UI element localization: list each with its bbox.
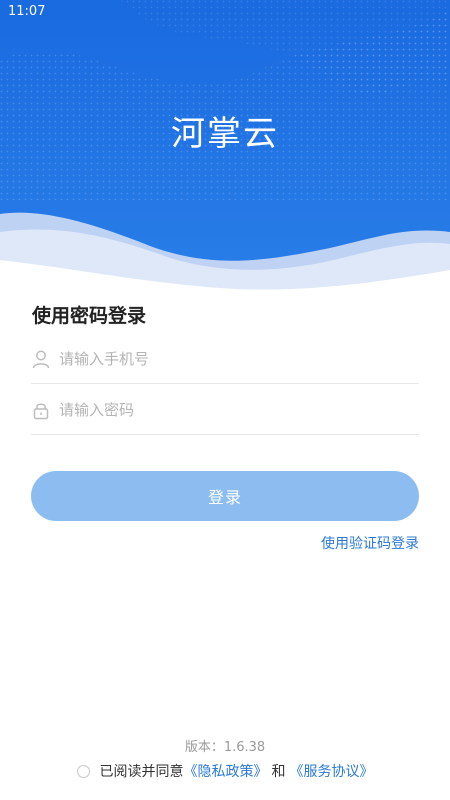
phone-field[interactable] <box>31 334 419 384</box>
agree-and-text: 和 <box>271 764 286 780</box>
login-button[interactable]: 登录 <box>31 471 419 521</box>
phone-input[interactable] <box>59 349 389 368</box>
sms-login-link[interactable]: 使用验证码登录 <box>321 533 419 553</box>
password-input[interactable] <box>59 400 389 419</box>
lock-icon <box>31 400 51 420</box>
status-bar-time: 11:07 <box>8 4 46 19</box>
app-title: 河掌云 <box>171 114 279 154</box>
header-banner: 11:07 河掌云 <box>0 0 450 300</box>
agree-radio[interactable] <box>76 764 90 778</box>
privacy-policy-link[interactable]: 《隐私政策》 <box>184 761 268 781</box>
user-icon <box>31 349 51 369</box>
agreement-row: 已阅读并同意 《隐私政策》 和 《服务协议》 <box>0 761 450 781</box>
password-field[interactable] <box>31 385 419 435</box>
service-agreement-link[interactable]: 《服务协议》 <box>290 761 374 781</box>
version-label: 版本：1.6.38 <box>184 740 266 755</box>
agree-prefix-text: 已阅读并同意 <box>99 764 184 780</box>
login-form-title: 使用密码登录 <box>32 305 147 327</box>
